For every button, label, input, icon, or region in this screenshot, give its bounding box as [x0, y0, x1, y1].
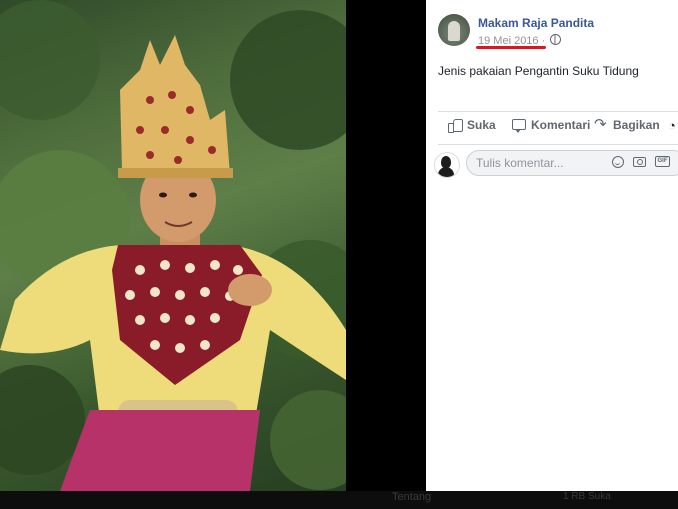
post-caption: Jenis pakaian Pengantin Suku Tidung — [438, 64, 639, 78]
comment-button[interactable]: Komentari — [512, 118, 591, 133]
post-header: Makam Raja Pandita 19 Mei 2016 · — [438, 12, 678, 52]
date-highlight-underline — [476, 46, 546, 49]
more-icon: ◔ — [668, 118, 676, 133]
comment-composer: GIF — [434, 150, 678, 178]
photo-illustration — [0, 0, 346, 491]
like-button[interactable]: Suka — [448, 118, 496, 133]
author-avatar[interactable] — [438, 14, 470, 46]
share-button[interactable]: ↷ Bagikan — [594, 116, 660, 133]
thumbs-up-icon — [448, 118, 463, 133]
photo-viewer — [0, 0, 426, 491]
share-label: Bagikan — [613, 118, 660, 132]
post-photo[interactable] — [0, 0, 346, 491]
divider — [438, 111, 678, 112]
page-like-count: 1 RB Suka — [563, 491, 611, 502]
like-label: Suka — [467, 118, 496, 132]
comment-input-icons: GIF — [612, 156, 670, 168]
background-page-strip: Tentang 1 RB Suka — [0, 491, 678, 509]
tentang-link: Tentang — [392, 491, 432, 503]
camera-icon[interactable] — [633, 157, 646, 167]
gif-icon[interactable]: GIF — [655, 156, 670, 167]
divider — [438, 144, 678, 145]
post-actions: Suka Komentari ↷ Bagikan ◔ — [446, 116, 678, 138]
emoji-icon[interactable] — [612, 156, 624, 168]
share-arrow-icon: ↷ — [594, 116, 607, 133]
author-name-link[interactable]: Makam Raja Pandita — [478, 16, 594, 30]
current-user-avatar — [434, 152, 460, 178]
comment-bubble-icon — [512, 118, 526, 133]
more-options-button[interactable]: ◔ — [668, 118, 676, 133]
comment-label: Komentari — [531, 118, 591, 132]
globe-icon[interactable] — [550, 34, 562, 45]
post-side-panel: Makam Raja Pandita 19 Mei 2016 · Jenis p… — [426, 0, 678, 491]
